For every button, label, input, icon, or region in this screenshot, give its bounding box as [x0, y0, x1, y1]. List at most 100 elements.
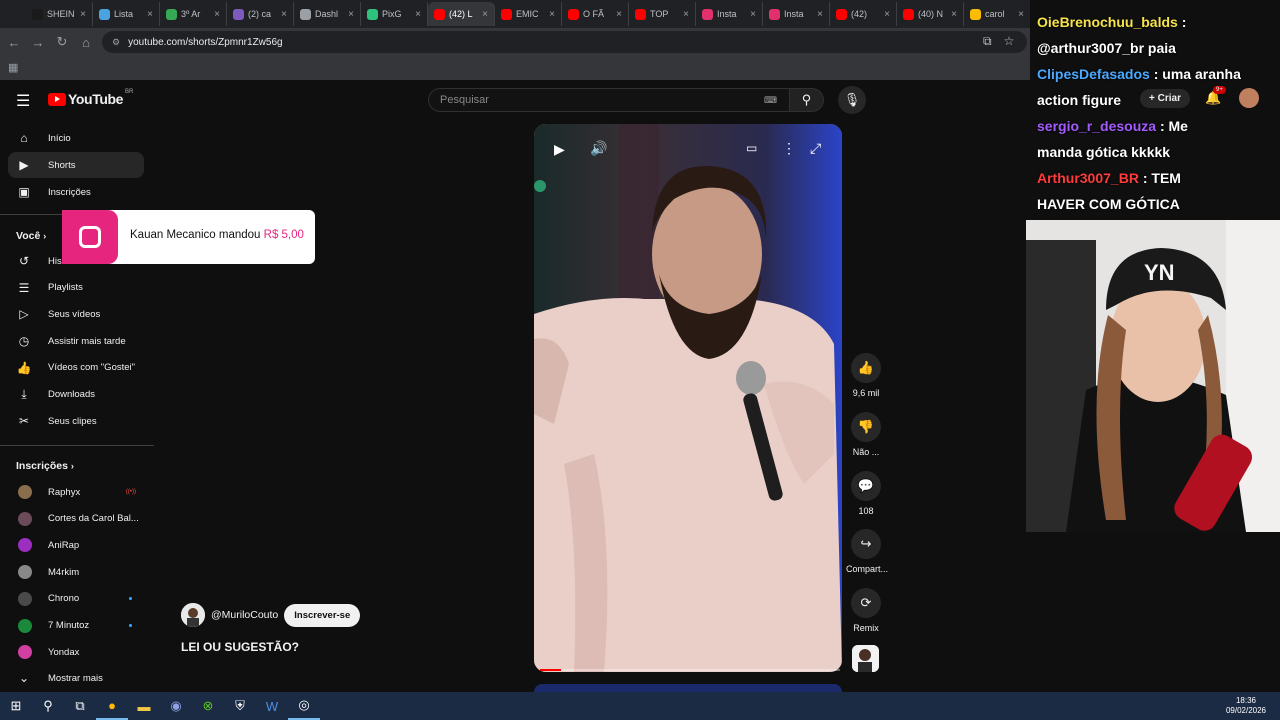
sidebar-item[interactable]: ⌂ Início: [8, 125, 144, 151]
you-heading[interactable]: Você ›: [16, 230, 46, 242]
channel-avatar[interactable]: [181, 603, 205, 627]
chat-line: Arthur3007_BR : TEM: [1037, 166, 1181, 190]
site-info-icon[interactable]: ⚙: [112, 37, 120, 48]
next-short-preview[interactable]: [534, 684, 842, 692]
search-button[interactable]: ⚲: [790, 88, 824, 112]
subscription-item[interactable]: Chrono: [8, 586, 144, 612]
tab-close-icon[interactable]: ×: [1018, 9, 1024, 20]
play-icon[interactable]: ▶: [554, 141, 565, 158]
tab-close-icon[interactable]: ×: [147, 9, 153, 20]
create-button[interactable]: + Criar: [1140, 89, 1190, 108]
shorts-player[interactable]: ▶ 🔊 ▭ ⋮ ⤢: [534, 124, 842, 672]
system-clock[interactable]: 18:36 09/02/2026: [1226, 696, 1266, 716]
youtube-logo[interactable]: YouTube BR: [48, 89, 133, 107]
install-icon[interactable]: ⧉: [983, 34, 992, 49]
like-button[interactable]: 👍 9,6 mil: [846, 353, 886, 398]
tab-close-icon[interactable]: ×: [80, 9, 86, 20]
tab-close-icon[interactable]: ×: [616, 9, 622, 20]
browser-tab[interactable]: EMIC ×: [495, 2, 562, 26]
keyboard-icon[interactable]: ⌨: [764, 95, 777, 106]
tab-close-icon[interactable]: ×: [348, 9, 354, 20]
word-icon[interactable]: W: [256, 692, 288, 720]
chat-username: sergio_r_desouza: [1037, 118, 1157, 134]
remix-button[interactable]: ⟳ Remix: [846, 588, 886, 633]
menu-icon[interactable]: ☰: [16, 91, 30, 111]
chrome-icon[interactable]: ●: [96, 692, 128, 720]
dislike-button[interactable]: 👎 Não ...: [846, 412, 886, 457]
browser-tab[interactable]: (42) ×: [830, 2, 897, 26]
tab-close-icon[interactable]: ×: [549, 9, 555, 20]
sidebar-item[interactable]: ◷ Assistir mais tarde: [8, 328, 144, 354]
security-shield-icon[interactable]: ⛨: [224, 692, 256, 720]
file-explorer-icon[interactable]: ▬: [128, 692, 160, 720]
tab-close-icon[interactable]: ×: [281, 9, 287, 20]
search-icon[interactable]: ⚲: [32, 692, 64, 720]
tab-close-icon[interactable]: ×: [683, 9, 689, 20]
youtube-wordmark: YouTube: [68, 91, 124, 107]
tab-close-icon[interactable]: ×: [750, 9, 756, 20]
sidebar-item[interactable]: ▷ Seus vídeos: [8, 301, 144, 327]
start-icon[interactable]: ⊞: [0, 692, 32, 720]
comments-button[interactable]: 💬 108: [846, 471, 886, 516]
subscription-item[interactable]: M4rkim: [8, 559, 144, 585]
fullscreen-icon[interactable]: ⤢: [810, 140, 821, 157]
share-label: Compart...: [846, 564, 889, 574]
sidebar-item[interactable]: ☰ Playlists: [8, 275, 144, 301]
share-button[interactable]: ↪ Compart...: [846, 529, 889, 574]
search-input[interactable]: Pesquisar ⌨: [428, 88, 790, 112]
discord-icon[interactable]: ◉: [160, 692, 192, 720]
forward-icon[interactable]: →: [26, 35, 50, 50]
tab-close-icon[interactable]: ×: [884, 9, 890, 20]
subscription-item[interactable]: AniRap: [8, 532, 144, 558]
volume-icon[interactable]: 🔊: [590, 140, 607, 157]
browser-tab[interactable]: O FÃ ×: [562, 2, 629, 26]
browser-tab[interactable]: (42) L ×: [428, 2, 495, 26]
sidebar-item[interactable]: ⤓ Downloads: [8, 382, 144, 408]
browser-tab[interactable]: (40) N ×: [897, 2, 964, 26]
browser-tab[interactable]: PixG ×: [361, 2, 428, 26]
bookmark-star-icon[interactable]: ☆: [1004, 34, 1015, 49]
account-avatar[interactable]: [1239, 88, 1259, 108]
notification-badge: 9+: [1213, 86, 1226, 94]
browser-tab[interactable]: TOP ×: [629, 2, 696, 26]
home-icon[interactable]: ⌂: [74, 35, 98, 50]
sidebar-item[interactable]: 👍 Vídeos com "Gostei": [8, 355, 144, 381]
tab-close-icon[interactable]: ×: [415, 9, 421, 20]
sound-thumbnail[interactable]: [852, 645, 879, 672]
browser-tab[interactable]: carol ×: [964, 2, 1031, 26]
sidebar-item[interactable]: ▣ Inscrições: [8, 179, 144, 205]
captions-icon[interactable]: ▭: [746, 141, 757, 155]
tab-close-icon[interactable]: ×: [817, 9, 823, 20]
browser-tab[interactable]: Dashl ×: [294, 2, 361, 26]
subscriptions-heading[interactable]: Inscrições ›: [16, 460, 74, 472]
back-icon[interactable]: ←: [2, 35, 26, 50]
subscription-item[interactable]: 7 Minutoz: [8, 613, 144, 639]
progress-track[interactable]: [540, 669, 840, 671]
task-view-icon[interactable]: ⧉: [64, 692, 96, 720]
tab-close-icon[interactable]: ×: [214, 9, 220, 20]
xbox-icon[interactable]: ⊗: [192, 692, 224, 720]
obs-icon[interactable]: ◎: [288, 692, 320, 720]
subscription-item[interactable]: Cortes da Carol Bal...: [8, 506, 144, 532]
channel-name[interactable]: @MuriloCouto: [211, 609, 278, 621]
show-more-button[interactable]: ⌄ Mostrar mais: [8, 665, 144, 691]
tab-close-icon[interactable]: ×: [951, 9, 957, 20]
subscription-item[interactable]: Yondax: [8, 639, 144, 665]
subscription-item[interactable]: Raphyx ((•)): [8, 479, 144, 505]
subscribe-button[interactable]: Inscrever-se: [284, 603, 361, 627]
apps-grid-icon[interactable]: ▦: [8, 61, 18, 74]
browser-tab[interactable]: 3º Ar ×: [160, 2, 227, 26]
sidebar-item[interactable]: ▶ Shorts: [8, 152, 144, 178]
browser-tab[interactable]: (2) ca ×: [227, 2, 294, 26]
browser-tab[interactable]: Insta ×: [696, 2, 763, 26]
stream-chat: OieBrenochuu_balds : @arthur3007_br paia C…: [1030, 0, 1280, 220]
sidebar-item[interactable]: ✂ Seus clipes: [8, 408, 144, 434]
more-options-icon[interactable]: ⋮: [782, 140, 796, 157]
tab-close-icon[interactable]: ×: [482, 9, 488, 20]
url-field[interactable]: ⚙ youtube.com/shorts/Zpmnr1Zw56g: [102, 31, 1027, 53]
browser-tab[interactable]: SHEIN ×: [26, 2, 93, 26]
voice-search-button[interactable]: 🎙: [838, 86, 866, 114]
reload-icon[interactable]: ↻: [50, 34, 74, 50]
browser-tab[interactable]: Insta ×: [763, 2, 830, 26]
browser-tab[interactable]: Lista ×: [93, 2, 160, 26]
